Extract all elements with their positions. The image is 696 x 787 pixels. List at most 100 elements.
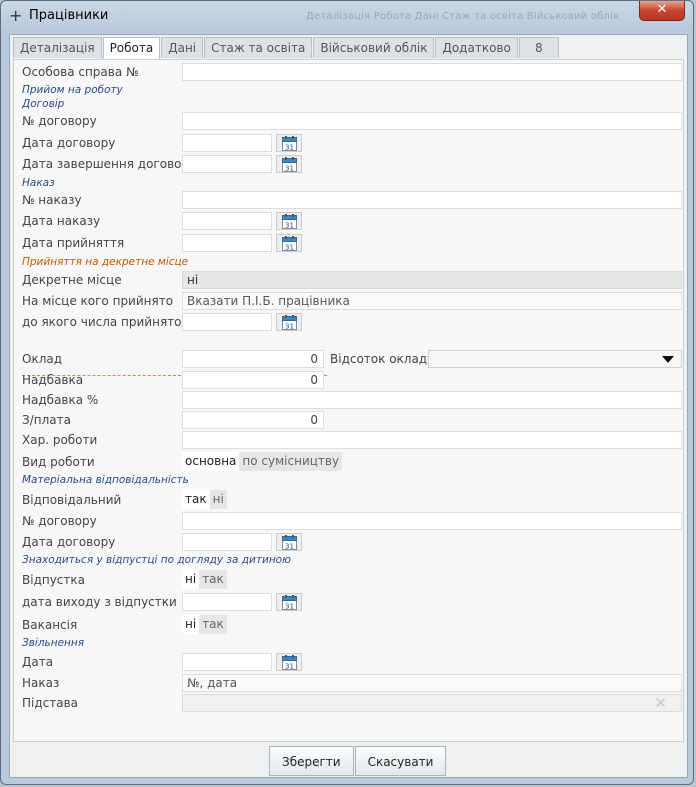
maternity-place-label: Декретне місце xyxy=(22,273,122,287)
order-date-label: Дата наказу xyxy=(22,214,101,228)
leave-yes-option[interactable]: так xyxy=(199,570,227,589)
hire-date-calendar-icon[interactable]: 31 xyxy=(276,234,302,252)
hire-date-label: Дата прийняття xyxy=(22,236,125,250)
bonus-percent-input[interactable] xyxy=(182,391,682,409)
tab-8[interactable]: 8 xyxy=(518,37,559,58)
personal-file-label: Особова справа № xyxy=(22,65,139,79)
leave-return-date-input[interactable] xyxy=(182,593,272,611)
work-tab-content: Особова справа № Прийом на роботу Догові… xyxy=(13,59,684,742)
background-tabs-ghost: Деталізація Робота Дані Стаж та освіта В… xyxy=(306,11,620,22)
bonus-input[interactable]: 0 xyxy=(182,371,324,389)
hired-until-calendar-icon[interactable]: 31 xyxy=(276,313,302,331)
order-date-input[interactable] xyxy=(182,212,272,230)
form-panel: Деталізація Робота Дані Стаж та освіта В… xyxy=(9,34,688,778)
responsible-no-option[interactable]: ні xyxy=(209,490,227,509)
svg-text:31: 31 xyxy=(285,165,294,173)
salary-label: Оклад xyxy=(22,352,63,366)
dismissal-basis-label: Підстава xyxy=(22,696,79,710)
responsible-toggle: так ні xyxy=(182,490,227,509)
order-no-input[interactable] xyxy=(182,191,682,209)
tab-experience-education[interactable]: Стаж та освіта xyxy=(204,37,313,58)
liability-contract-no-input[interactable] xyxy=(182,512,682,530)
contract-date-label: Дата договору xyxy=(22,136,116,150)
leave-return-date-label: дата виходу з відпустки xyxy=(22,595,177,609)
work-type-toggle: основна по сумісництву xyxy=(182,452,343,471)
plus-icon: + xyxy=(9,6,23,25)
work-character-input[interactable] xyxy=(182,431,682,449)
dismissal-date-input[interactable] xyxy=(182,653,272,671)
maternity-place-toggle[interactable]: ні xyxy=(182,271,682,289)
salary-percent-select[interactable] xyxy=(428,350,682,368)
work-type-parttime-option[interactable]: по сумісництву xyxy=(239,452,343,471)
title-bar: + Працівники Деталізація Робота Дані Ста… xyxy=(1,1,693,31)
chevron-down-icon[interactable] xyxy=(662,356,674,363)
tab-military[interactable]: Військовий облік xyxy=(313,37,435,58)
order-date-calendar-icon[interactable]: 31 xyxy=(276,212,302,230)
hire-date-input[interactable] xyxy=(182,234,272,252)
contract-no-label: № договору xyxy=(22,114,97,128)
close-button[interactable]: ✕ xyxy=(639,1,685,21)
employee-window: + Працівники Деталізація Робота Дані Ста… xyxy=(0,0,694,785)
dismissal-order-label: Наказ xyxy=(22,676,60,690)
personal-file-input[interactable] xyxy=(182,63,682,81)
leave-label: Відпустка xyxy=(22,573,85,587)
dialog-buttons: Зберегти Скасувати xyxy=(269,746,447,776)
leave-toggle: ні так xyxy=(182,570,227,589)
svg-text:31: 31 xyxy=(285,222,294,230)
contract-end-label: Дата завершення договору xyxy=(22,157,197,171)
order-no-label: № наказу xyxy=(22,193,82,207)
tab-additional[interactable]: Додатково xyxy=(435,37,518,58)
work-character-label: Хар. роботи xyxy=(22,433,98,447)
dismissal-date-calendar-icon[interactable]: 31 xyxy=(276,653,302,671)
dismissal-order-input[interactable]: №, дата xyxy=(182,674,682,692)
tab-work[interactable]: Робота xyxy=(102,37,161,59)
section-leave: Знаходиться у відпустці по догляду за ди… xyxy=(22,554,291,566)
bonus-label: Надбавка xyxy=(22,373,84,387)
leave-return-calendar-icon[interactable]: 31 xyxy=(276,593,302,611)
work-type-main-option[interactable]: основна xyxy=(182,452,240,471)
replacing-whom-input[interactable]: Вказати П.І.Б. працівника xyxy=(182,292,682,310)
pay-input[interactable]: 0 xyxy=(182,411,324,429)
section-maternity: Прийняття на декретне місце xyxy=(22,256,189,268)
hired-until-label: до якого числа прийнято xyxy=(22,315,182,329)
liability-contract-no-label: № договору xyxy=(22,514,97,528)
contract-end-calendar-icon[interactable]: 31 xyxy=(276,155,302,173)
leave-no-option[interactable]: ні xyxy=(182,570,200,589)
svg-text:31: 31 xyxy=(285,663,294,671)
bonus-percent-label: Надбавка % xyxy=(22,393,99,407)
svg-text:31: 31 xyxy=(285,543,294,551)
vacancy-yes-option[interactable]: так xyxy=(199,615,227,634)
clear-icon[interactable]: ✕ xyxy=(654,695,667,711)
liability-contract-date-label: Дата договору xyxy=(22,535,116,549)
contract-date-calendar-icon[interactable]: 31 xyxy=(276,134,302,152)
window-title: Працівники xyxy=(29,8,109,23)
tab-data[interactable]: Дані xyxy=(161,37,204,58)
salary-input[interactable]: 0 xyxy=(182,350,324,368)
contract-end-input[interactable] xyxy=(182,155,272,173)
svg-text:31: 31 xyxy=(285,323,294,331)
svg-text:31: 31 xyxy=(285,144,294,152)
replacing-whom-label: На місце кого прийнято xyxy=(22,294,174,308)
tab-details[interactable]: Деталізація xyxy=(13,37,102,58)
dismissal-basis-select[interactable]: ✕ xyxy=(182,694,682,712)
section-contract: Договір xyxy=(22,98,65,110)
section-order: Наказ xyxy=(22,177,55,189)
save-button[interactable]: Зберегти xyxy=(269,746,354,776)
liability-contract-date-calendar-icon[interactable]: 31 xyxy=(276,533,302,551)
hired-until-input[interactable] xyxy=(182,313,272,331)
responsible-yes-option[interactable]: так xyxy=(182,490,210,509)
vacancy-no-option[interactable]: ні xyxy=(182,615,200,634)
work-type-label: Вид роботи xyxy=(22,455,95,469)
liability-contract-date-input[interactable] xyxy=(182,533,272,551)
section-hire: Прийом на роботу xyxy=(22,84,123,96)
contract-date-input[interactable] xyxy=(182,134,272,152)
contract-no-input[interactable] xyxy=(182,112,682,130)
vacancy-label: Вакансія xyxy=(22,618,78,632)
svg-text:31: 31 xyxy=(285,603,294,611)
pay-label: З/плата xyxy=(22,413,71,427)
responsible-label: Відповідальний xyxy=(22,493,122,507)
svg-text:31: 31 xyxy=(285,244,294,252)
cancel-button[interactable]: Скасувати xyxy=(354,746,447,776)
salary-percent-label: Відсоток окладу xyxy=(330,352,435,366)
section-dismissal: Звільнення xyxy=(22,637,85,649)
